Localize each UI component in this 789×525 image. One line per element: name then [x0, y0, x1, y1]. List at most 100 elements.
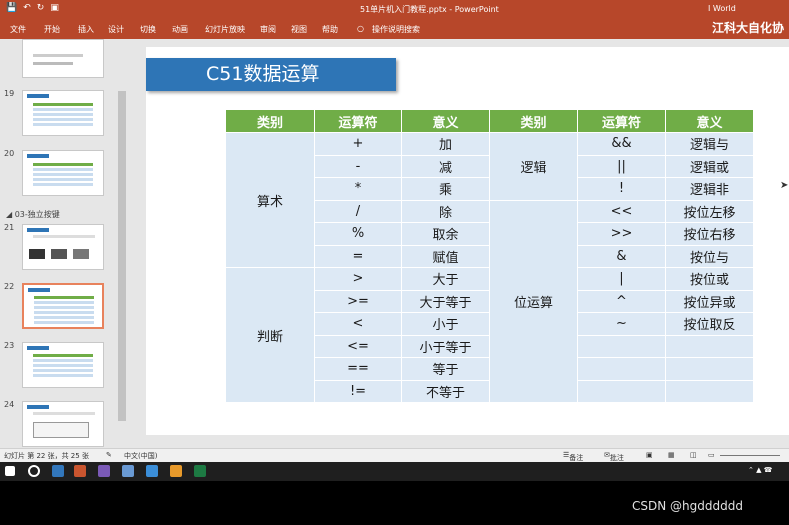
operator-cell: - — [314, 154, 402, 178]
meaning-cell: 等于 — [401, 357, 490, 381]
meaning-cell — [665, 357, 754, 381]
operators-table[interactable]: 类别 运算符 意义 类别 运算符 意义 算术 + 加 逻辑 && 逻辑与 - 减… — [225, 109, 754, 403]
tab-help[interactable]: 帮助 — [322, 24, 338, 35]
thumbnail-19[interactable] — [22, 90, 104, 136]
meaning-cell: 乘 — [401, 177, 490, 201]
meaning-cell: 赋值 — [401, 244, 490, 268]
redo-icon[interactable]: ↻ — [37, 3, 45, 14]
meaning-cell: 减 — [401, 154, 490, 178]
operator-cell — [577, 379, 666, 403]
app-icon[interactable] — [98, 465, 110, 477]
meaning-cell: 逻辑与 — [665, 132, 754, 156]
header-meaning: 意义 — [665, 109, 754, 133]
reading-view-icon[interactable]: ◫ — [690, 451, 697, 459]
operator-cell: = — [314, 244, 402, 268]
operator-cell: != — [314, 379, 402, 403]
tab-transitions[interactable]: 切换 — [140, 24, 156, 35]
category-arithmetic: 算术 — [225, 132, 315, 268]
meaning-cell: 按位左移 — [665, 199, 754, 223]
operator-cell: >> — [577, 222, 666, 246]
category-logic: 逻辑 — [489, 132, 578, 201]
slide-counter[interactable]: 幻灯片 第 22 张，共 25 张 — [4, 451, 89, 461]
operator-cell: ^ — [577, 289, 666, 313]
thumb-number: 22 — [4, 282, 15, 291]
normal-view-icon[interactable]: ▣ — [646, 451, 653, 459]
slideshow-view-icon[interactable]: ▭ — [708, 451, 715, 459]
tab-animations[interactable]: 动画 — [172, 24, 188, 35]
section-label[interactable]: ◢ 03-独立按键 — [6, 209, 60, 220]
ribbon-tabs: 文件 开始 插入 设计 切换 动画 幻灯片放映 审阅 视图 帮助 ○ 操作说明搜… — [0, 18, 789, 39]
tab-file[interactable]: 文件 — [10, 24, 26, 35]
excel-icon[interactable] — [194, 465, 206, 477]
sorter-view-icon[interactable]: ▦ — [668, 451, 675, 459]
meaning-cell — [665, 379, 754, 403]
meaning-cell: 逻辑非 — [665, 177, 754, 201]
search-icon[interactable] — [28, 465, 40, 477]
tab-insert[interactable]: 插入 — [78, 24, 94, 35]
language-indicator[interactable]: 中文(中国) — [124, 451, 157, 461]
operator-cell: > — [314, 267, 402, 291]
meaning-cell: 大于等于 — [401, 289, 490, 313]
thumb-number: 24 — [4, 400, 15, 409]
edge-icon[interactable] — [52, 465, 64, 477]
header-category: 类别 — [225, 109, 315, 133]
save-icon[interactable]: 💾 — [6, 3, 17, 14]
watermark: CSDN @hgdddddd — [632, 499, 743, 513]
table-row: 算术 + 加 逻辑 && 逻辑与 — [225, 132, 754, 268]
tab-design[interactable]: 设计 — [108, 24, 124, 35]
meaning-cell: 按位右移 — [665, 222, 754, 246]
table-header-row: 类别 运算符 意义 类别 运算符 意义 — [225, 109, 754, 133]
operator-cell: & — [577, 244, 666, 268]
thumbnails-scrollbar[interactable] — [117, 39, 127, 448]
operator-cell: + — [314, 132, 402, 156]
tab-review[interactable]: 审阅 — [260, 24, 276, 35]
thumbnail-18[interactable] — [22, 39, 104, 78]
powerpoint-icon[interactable] — [74, 465, 86, 477]
app-icon[interactable] — [122, 465, 134, 477]
thumbnail-20[interactable] — [22, 150, 104, 196]
windows-start-icon[interactable] — [5, 466, 15, 476]
tab-home[interactable]: 开始 — [44, 24, 60, 35]
operator-cell: && — [577, 132, 666, 156]
slide-title[interactable]: C51数据运算 — [146, 58, 396, 91]
operator-cell: ~ — [577, 312, 666, 336]
operator-cell: | — [577, 267, 666, 291]
zoom-slider[interactable] — [720, 455, 780, 456]
notes-button[interactable]: ☰ 备注 — [563, 451, 583, 462]
thumb-number: 20 — [4, 149, 15, 158]
operator-cell: >= — [314, 289, 402, 313]
user-name[interactable]: I World — [708, 4, 736, 13]
thumbnail-22[interactable] — [22, 283, 104, 329]
thumb-number: 19 — [4, 89, 15, 98]
operator-cell: << — [577, 199, 666, 223]
status-bar: 幻灯片 第 22 张，共 25 张 ✎ 中文(中国) ☰ 备注 ✉ 批注 ▣ ▦… — [0, 448, 789, 462]
meaning-cell: 按位或 — [665, 267, 754, 291]
tab-view[interactable]: 视图 — [291, 24, 307, 35]
meaning-cell: 取余 — [401, 222, 490, 246]
tell-me-search[interactable]: 操作说明搜索 — [372, 24, 420, 35]
category-bitwise: 位运算 — [489, 199, 578, 403]
comments-button[interactable]: ✉ 批注 — [604, 451, 624, 462]
meaning-cell: 按位与 — [665, 244, 754, 268]
spellcheck-icon[interactable]: ✎ — [106, 451, 112, 459]
brand-banner: 江科大自化协 — [712, 21, 785, 35]
header-meaning: 意义 — [401, 109, 490, 133]
operator-cell: % — [314, 222, 402, 246]
thumbnail-21[interactable] — [22, 224, 104, 270]
app-icon[interactable] — [146, 465, 158, 477]
header-category: 类别 — [489, 109, 578, 133]
thumbnail-23[interactable] — [22, 342, 104, 388]
present-icon[interactable]: ▣ — [50, 3, 59, 14]
tray-icons[interactable]: ⌃ ▲ ☎ — [748, 466, 772, 474]
operator-cell: ! — [577, 177, 666, 201]
operator-cell: / — [314, 199, 402, 223]
app-icon[interactable] — [170, 465, 182, 477]
slide-thumbnails-panel: 19 20 ◢ 03-独立按键 21 22 23 24 — [0, 39, 128, 448]
thumb-number: 23 — [4, 341, 15, 350]
tab-slideshow[interactable]: 幻灯片放映 — [205, 24, 245, 35]
lightbulb-icon[interactable]: ○ — [357, 24, 364, 33]
operator-cell: * — [314, 177, 402, 201]
undo-icon[interactable]: ↶ — [23, 3, 31, 14]
thumbnail-24[interactable] — [22, 401, 104, 447]
scrollbar-thumb[interactable] — [118, 91, 126, 421]
